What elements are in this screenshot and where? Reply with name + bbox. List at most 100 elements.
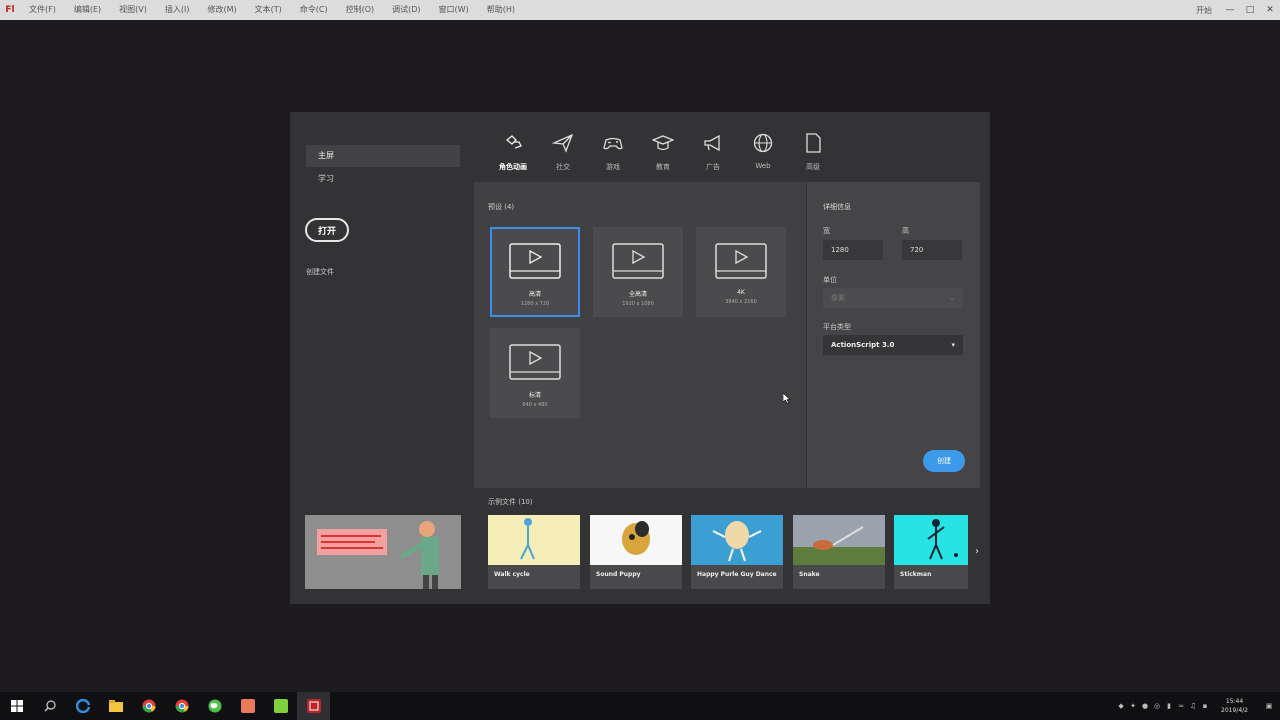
menu-control[interactable]: 控制(O) bbox=[337, 0, 384, 20]
preset-name: 4K bbox=[737, 289, 745, 296]
taskbar: ◆ ✦ ● ◎ ▮ ≈ ♫ ▪ 15:44 2019/4/2 ▣ bbox=[0, 692, 1280, 720]
volume-icon[interactable]: ♫ bbox=[1187, 692, 1199, 720]
network-icon[interactable]: ◆ bbox=[1115, 692, 1127, 720]
platform-select[interactable]: ActionScript 3.0 ▾ bbox=[823, 335, 963, 355]
height-input[interactable]: 720 bbox=[902, 240, 962, 260]
wifi-icon[interactable]: ≈ bbox=[1175, 692, 1187, 720]
preset-full-hd[interactable]: 全高清 1920 x 1080 bbox=[593, 227, 683, 317]
menu-commands[interactable]: 命令(C) bbox=[291, 0, 337, 20]
create-file-link[interactable]: 创建文件 bbox=[306, 267, 334, 277]
menu-view[interactable]: 视图(V) bbox=[110, 0, 156, 20]
sample-file-stickman[interactable]: Stickman bbox=[894, 515, 968, 589]
video-preset-icon bbox=[509, 344, 561, 380]
chevron-right-icon[interactable]: › bbox=[975, 546, 979, 557]
clock[interactable]: 15:44 2019/4/2 bbox=[1211, 697, 1258, 715]
presets-title: 预设 (4) bbox=[488, 203, 515, 211]
battery-icon[interactable]: ▮ bbox=[1163, 692, 1175, 720]
sample-thumbnail bbox=[590, 515, 682, 565]
create-button[interactable]: 创建 bbox=[923, 450, 965, 472]
sample-name: Snake bbox=[799, 571, 820, 578]
tab-education[interactable]: 教育 bbox=[638, 130, 688, 182]
preset-size: 1280 x 720 bbox=[520, 301, 550, 307]
input-method-icon[interactable]: ▪ bbox=[1199, 692, 1211, 720]
platform-label: 平台类型 bbox=[823, 323, 851, 331]
maximize-button[interactable]: □ bbox=[1240, 0, 1260, 20]
chevron-down-icon: ⌄ bbox=[949, 294, 955, 302]
graduation-cap-icon bbox=[652, 135, 674, 151]
category-tabs: 角色动画 社交 游戏 教育 广告 Web 高级 bbox=[488, 130, 838, 184]
file-explorer-icon[interactable] bbox=[99, 692, 132, 720]
bluetooth-icon[interactable]: ✦ bbox=[1127, 692, 1139, 720]
sample-name: Sound Puppy bbox=[596, 571, 641, 578]
units-select: 像素 ⌄ bbox=[823, 288, 963, 308]
sample-thumbnail bbox=[691, 515, 783, 565]
tab-label: Web bbox=[755, 162, 771, 170]
paper-plane-icon bbox=[552, 133, 574, 153]
sample-thumbnail bbox=[793, 515, 885, 565]
sample-name: Happy Purle Guy Dance bbox=[697, 571, 777, 578]
samples-title: 示例文件 (10) bbox=[488, 498, 533, 506]
tab-label: 游戏 bbox=[606, 163, 620, 171]
sidebar-item-home[interactable]: 主屏 bbox=[306, 145, 460, 167]
search-icon[interactable] bbox=[33, 692, 66, 720]
sidebar-item-learn[interactable]: 学习 bbox=[306, 169, 460, 189]
app-icon[interactable] bbox=[264, 692, 297, 720]
app-icon[interactable] bbox=[231, 692, 264, 720]
tab-advertising[interactable]: 广告 bbox=[688, 130, 738, 182]
preset-sd[interactable]: 标清 640 x 480 bbox=[490, 328, 580, 418]
chrome-browser-icon[interactable] bbox=[132, 692, 165, 720]
presets-panel: 预设 (4) 高清 1280 x 720 全高清 1920 x 1080 4K … bbox=[474, 182, 806, 488]
platform-value: ActionScript 3.0 bbox=[831, 341, 895, 349]
clock-date: 2019/4/2 bbox=[1221, 707, 1248, 714]
preset-hd[interactable]: 高清 1280 x 720 bbox=[490, 227, 580, 317]
tab-social[interactable]: 社交 bbox=[538, 130, 588, 182]
sync-icon[interactable]: ◎ bbox=[1151, 692, 1163, 720]
tab-web[interactable]: Web bbox=[738, 130, 788, 182]
menu-insert[interactable]: 插入(I) bbox=[156, 0, 199, 20]
windows-start-icon[interactable] bbox=[0, 692, 33, 720]
wechat-icon[interactable] bbox=[198, 692, 231, 720]
height-label: 高 bbox=[902, 227, 909, 235]
menu-help[interactable]: 帮助(H) bbox=[478, 0, 524, 20]
sample-file-happy-purle-guy-dance[interactable]: Happy Purle Guy Dance bbox=[691, 515, 783, 589]
menu-edit[interactable]: 编辑(E) bbox=[65, 0, 110, 20]
tab-character-animation[interactable]: 角色动画 bbox=[488, 130, 538, 184]
tab-label: 广告 bbox=[706, 163, 720, 171]
edge-browser-icon[interactable] bbox=[66, 692, 99, 720]
preset-name: 标清 bbox=[528, 392, 541, 399]
system-tray: ◆ ✦ ● ◎ ▮ ≈ ♫ ▪ 15:44 2019/4/2 ▣ bbox=[1115, 692, 1280, 720]
notification-icon[interactable]: ▣ bbox=[1258, 692, 1280, 720]
sample-thumbnail bbox=[894, 515, 968, 565]
sample-name: Stickman bbox=[900, 571, 932, 578]
app-logo: Fl bbox=[5, 5, 15, 15]
recent-file-thumbnail[interactable] bbox=[305, 515, 461, 589]
sample-file-walk-cycle[interactable]: Walk cycle bbox=[488, 515, 580, 589]
menu-text[interactable]: 文本(T) bbox=[246, 0, 291, 20]
antivirus-icon[interactable]: ● bbox=[1139, 692, 1151, 720]
minimize-button[interactable]: — bbox=[1220, 0, 1240, 20]
document-icon bbox=[806, 133, 821, 153]
width-input[interactable]: 1280 bbox=[823, 240, 883, 260]
video-preset-icon bbox=[509, 243, 561, 279]
preset-4k[interactable]: 4K 3840 x 2160 bbox=[696, 227, 786, 317]
tab-advanced[interactable]: 高级 bbox=[788, 130, 838, 182]
menu-bar: Fl 文件(F) 编辑(E) 视图(V) 插入(I) 修改(M) 文本(T) 命… bbox=[0, 0, 1280, 20]
animate-app-icon[interactable] bbox=[297, 692, 330, 720]
units-label: 单位 bbox=[823, 276, 837, 284]
open-button[interactable]: 打开 bbox=[305, 218, 349, 242]
tab-label: 高级 bbox=[806, 163, 820, 171]
tab-game[interactable]: 游戏 bbox=[588, 130, 638, 182]
chevron-down-icon: ▾ bbox=[951, 341, 955, 349]
close-button[interactable]: ✕ bbox=[1260, 0, 1280, 20]
tab-label: 角色动画 bbox=[499, 163, 527, 171]
sample-file-sound-puppy[interactable]: Sound Puppy bbox=[590, 515, 682, 589]
workspace-switcher[interactable]: 开始 bbox=[1188, 5, 1220, 16]
menu-window[interactable]: 窗口(W) bbox=[430, 0, 478, 20]
menu-modify[interactable]: 修改(M) bbox=[198, 0, 245, 20]
menu-debug[interactable]: 调试(D) bbox=[383, 0, 429, 20]
menu-file[interactable]: 文件(F) bbox=[20, 0, 65, 20]
sample-file-snake[interactable]: Snake bbox=[793, 515, 885, 589]
preset-size: 1920 x 1080 bbox=[622, 301, 654, 307]
width-label: 宽 bbox=[823, 227, 830, 235]
chrome-browser-icon[interactable] bbox=[165, 692, 198, 720]
